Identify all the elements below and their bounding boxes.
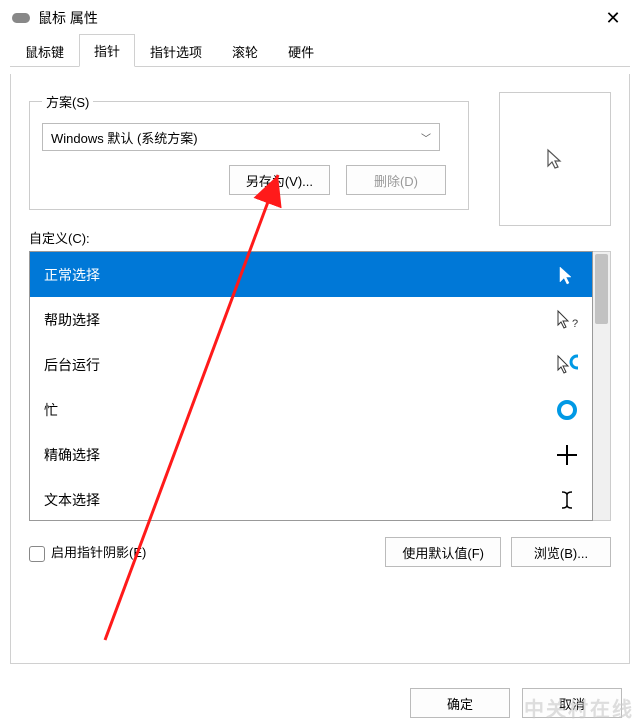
tab-panel: 方案(S) Windows 默认 (系统方案) ﹀ 另存为(V)... 删除(D… [10, 74, 630, 664]
scheme-selected: Windows 默认 (系统方案) [51, 128, 198, 147]
scheme-dropdown[interactable]: Windows 默认 (系统方案) ﹀ [42, 123, 440, 151]
cursor-precision-icon [556, 444, 578, 466]
list-item-label: 精确选择 [44, 445, 100, 465]
app-icon [12, 13, 30, 23]
titlebar: 鼠标 属性 ✕ [0, 0, 640, 36]
use-default-button[interactable]: 使用默认值(F) [385, 537, 501, 567]
custom-label: 自定义(C): [29, 228, 611, 247]
shadow-checkbox[interactable] [29, 546, 45, 562]
list-item[interactable]: 精确选择 [30, 432, 592, 477]
watermark: 中关村在线 [524, 693, 634, 722]
window-title: 鼠标 属性 [38, 8, 590, 28]
cursor-preview [499, 92, 611, 226]
list-item-label: 后台运行 [44, 355, 100, 375]
list-item[interactable]: 正常选择 [30, 252, 592, 297]
browse-button[interactable]: 浏览(B)... [511, 537, 611, 567]
close-button[interactable]: ✕ [590, 0, 636, 36]
save-as-button[interactable]: 另存为(V)... [229, 165, 330, 195]
delete-button: 删除(D) [346, 165, 446, 195]
tab-pointer-options[interactable]: 指针选项 [135, 35, 217, 67]
scheme-legend: 方案(S) [42, 92, 93, 111]
tab-wheel[interactable]: 滚轮 [217, 35, 273, 67]
list-item[interactable]: 后台运行 [30, 342, 592, 387]
cursor-arrow-icon [556, 264, 578, 286]
list-item-label: 正常选择 [44, 265, 100, 285]
list-item-label: 帮助选择 [44, 310, 100, 330]
listbox-scrollbar[interactable] [593, 251, 611, 521]
list-item[interactable]: 文本选择 [30, 477, 592, 521]
list-item-label: 忙 [44, 400, 58, 420]
cursor-arrow-icon [544, 148, 566, 170]
list-item[interactable]: 帮助选择 ? [30, 297, 592, 342]
ok-button[interactable]: 确定 [410, 688, 510, 718]
svg-text:?: ? [572, 318, 578, 330]
chevron-down-icon: ﹀ [421, 130, 431, 145]
shadow-checkbox-label[interactable]: 启用指针阴影(E) [29, 542, 146, 562]
tab-strip: 鼠标键 指针 指针选项 滚轮 硬件 [0, 36, 640, 66]
tab-hardware[interactable]: 硬件 [273, 35, 329, 67]
scrollbar-thumb[interactable] [595, 254, 608, 324]
cursor-help-icon: ? [556, 309, 578, 331]
cursor-listbox[interactable]: 正常选择 帮助选择 ? 后台运行 忙 [29, 251, 593, 521]
cursor-text-icon [556, 489, 578, 511]
cursor-background-icon [556, 354, 578, 376]
cursor-busy-icon [556, 399, 578, 421]
scheme-group: 方案(S) Windows 默认 (系统方案) ﹀ 另存为(V)... 删除(D… [29, 92, 469, 210]
list-item[interactable]: 忙 [30, 387, 592, 432]
tab-pointers[interactable]: 指针 [79, 34, 135, 67]
list-item-label: 文本选择 [44, 490, 100, 510]
tab-buttons[interactable]: 鼠标键 [10, 35, 79, 67]
